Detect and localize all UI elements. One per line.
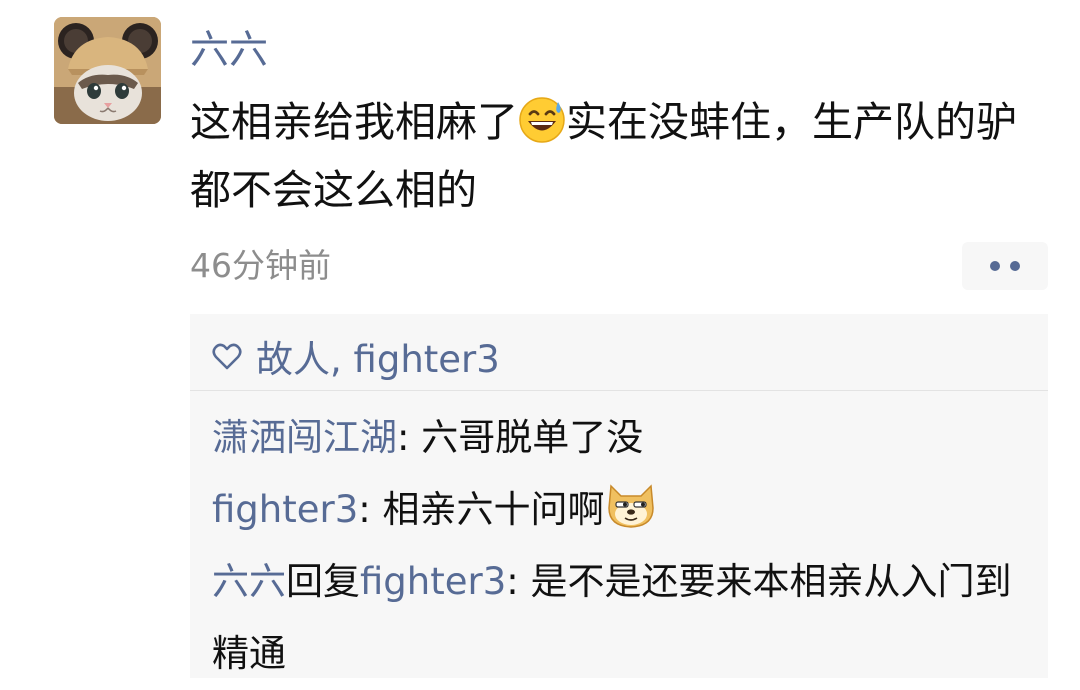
comment-separator: : (397, 416, 422, 459)
more-dot-icon (990, 261, 1000, 271)
liked-by-names[interactable]: 故人, fighter3 (256, 329, 500, 383)
comment-text: 六哥脱单了没 (421, 416, 644, 459)
heart-outline-icon (212, 343, 242, 370)
likes-row: 故人, fighter3 (212, 329, 500, 383)
post-timestamp: 46分钟前 (190, 246, 331, 285)
likes-divider (190, 390, 1048, 391)
comment-item[interactable]: 六六回复fighter3: 是不是还要来本相亲从入门到精通 (212, 546, 1032, 690)
post-author-name[interactable]: 六六 (190, 26, 268, 76)
comment-author[interactable]: fighter3 (212, 488, 358, 531)
cat-avatar-image (54, 17, 161, 124)
reply-target[interactable]: fighter3 (360, 560, 506, 603)
comment-item[interactable]: 潇洒闯江湖: 六哥脱单了没 (212, 402, 1032, 474)
more-options-button[interactable] (962, 242, 1048, 290)
likes-comments-panel: 故人, fighter3 潇洒闯江湖: 六哥脱单了没 fighter3: 相亲六… (190, 314, 1048, 678)
reply-word: 回复 (286, 560, 360, 603)
comment-separator: : (358, 488, 383, 531)
doge-emoji-icon (605, 482, 657, 554)
comment-author[interactable]: 六六 (212, 560, 286, 603)
post-text-part1: 这相亲给我相麻了 (190, 98, 518, 146)
comment-text: 相亲六十问啊 (382, 488, 605, 531)
grinning-sweat-emoji-icon (518, 96, 566, 160)
more-dot-icon (1010, 261, 1020, 271)
comment-author[interactable]: 潇洒闯江湖 (212, 416, 397, 459)
avatar[interactable] (54, 17, 161, 124)
post-content: 这相亲给我相麻了 实在没蚌住，生产队的驴都不会这么相的 (190, 92, 1050, 220)
comment-item[interactable]: fighter3: 相亲六十问啊 (212, 474, 1032, 554)
comment-separator: : (506, 560, 531, 603)
